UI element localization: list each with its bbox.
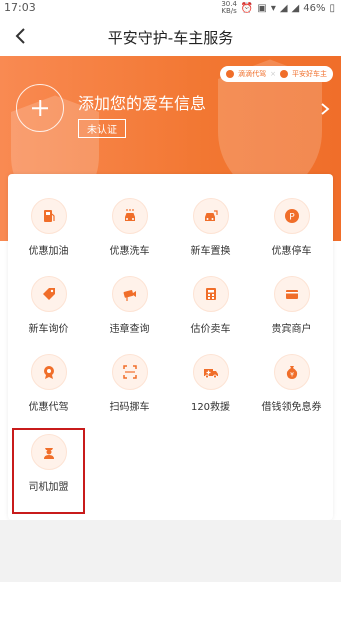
service-label: 新车置换 [190, 246, 231, 257]
svg-text:¥: ¥ [290, 372, 294, 379]
service-label: 优惠洗车 [109, 246, 150, 257]
service-car-wash[interactable]: 优惠洗车 [89, 186, 170, 257]
partner-brands: 滴滴代驾 × 平安好车主 [220, 66, 333, 82]
card-icon [273, 276, 310, 312]
scan-icon [111, 354, 148, 390]
highlight-annotation [12, 428, 85, 514]
service-loan-coupon[interactable]: ¥ 借钱领免息券 [251, 342, 332, 413]
service-car-exchange[interactable]: 新车置换 [170, 186, 251, 257]
status-icons: 30.4 KB/s ⏰ ▣ ▾ ◢ ◢ 46% ▯ [221, 1, 335, 15]
service-label: 优惠加油 [28, 246, 69, 257]
service-vip-merchant[interactable]: 贵宾商户 [251, 264, 332, 335]
service-label: 优惠代驾 [28, 402, 69, 413]
svg-text:P: P [289, 213, 295, 223]
service-label: 新车询价 [28, 324, 69, 335]
brand-separator: × [270, 70, 276, 78]
footer-gray-area [0, 520, 341, 582]
service-sell-car[interactable]: 估价卖车 [170, 264, 251, 335]
service-parking[interactable]: P 优惠停车 [251, 186, 332, 257]
service-violation-query[interactable]: 违章查询 [89, 264, 170, 335]
service-scan-move-car[interactable]: 扫码挪车 [89, 342, 170, 413]
ambulance-icon [192, 354, 229, 390]
service-label: 违章查询 [109, 324, 150, 335]
footer-white-area [0, 582, 341, 617]
wifi-icon: ▾ [270, 2, 276, 14]
chevron-right-icon[interactable] [319, 102, 331, 116]
service-rescue-120[interactable]: 120救援 [170, 342, 251, 413]
pingan-logo-icon [280, 70, 288, 78]
service-price-inquiry[interactable]: 新车询价 [8, 264, 89, 335]
signal-icon: ◢ [279, 2, 288, 14]
service-label: 借钱领免息券 [261, 402, 322, 413]
net-speed: 30.4 KB/s [221, 1, 237, 15]
service-label: 优惠停车 [271, 246, 312, 257]
page-title: 平安守护-车主服务 [107, 29, 234, 47]
calculator-icon [192, 276, 229, 312]
service-label: 扫码挪车 [109, 402, 150, 413]
unverified-badge: 未认证 [78, 119, 126, 138]
car-exchange-icon [192, 198, 229, 234]
parking-icon: P [273, 198, 310, 234]
brand-didi: 滴滴代驾 [238, 70, 267, 78]
battery-icon: ▯ [329, 2, 335, 14]
status-bar: 17:03 30.4 KB/s ⏰ ▣ ▾ ◢ ◢ 46% ▯ [0, 0, 341, 18]
service-label: 贵宾商户 [271, 324, 312, 335]
signal-icon-2: ◢ [291, 2, 300, 14]
service-designated-driver[interactable]: 优惠代驾 [8, 342, 89, 413]
net-speed-unit: KB/s [221, 7, 237, 15]
fuel-icon [30, 198, 67, 234]
battery-percent: 46% [303, 2, 326, 14]
service-label: 120救援 [190, 402, 231, 413]
badge-icon [30, 354, 67, 390]
price-tag-icon [30, 276, 67, 312]
screen-icon: ▣ [257, 2, 267, 14]
money-bag-icon: ¥ [273, 354, 310, 390]
didi-logo-icon [226, 70, 235, 78]
alarm-icon: ⏰ [240, 2, 254, 14]
car-wash-icon [111, 198, 148, 234]
service-fuel[interactable]: 优惠加油 [8, 186, 89, 257]
status-time: 17:03 [4, 1, 36, 14]
camera-icon [111, 276, 148, 312]
header: 平安守护-车主服务 [0, 18, 341, 56]
brand-pingan: 平安好车主 [292, 70, 327, 78]
add-car-text[interactable]: 添加您的爱车信息 [78, 90, 206, 114]
add-car-button[interactable] [16, 84, 64, 132]
service-label: 估价卖车 [190, 324, 231, 335]
